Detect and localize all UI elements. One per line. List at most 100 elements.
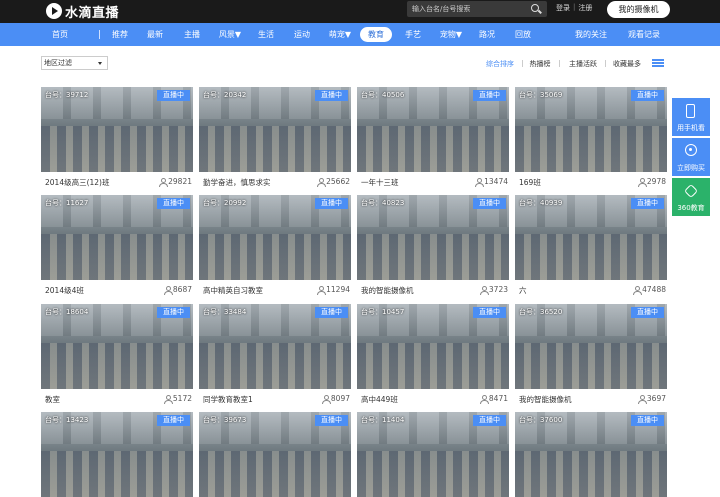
sort-favorites[interactable]: 收藏最多 — [613, 59, 641, 69]
nav-item-pets-cute[interactable]: 萌宠▼ — [329, 23, 351, 46]
viewer-count: 29821 — [159, 177, 192, 187]
live-badge: 直播中 — [473, 198, 506, 209]
viewer-count: 8471 — [479, 394, 508, 404]
sort-hot[interactable]: 热播榜 — [530, 59, 551, 69]
region-filter-select[interactable]: 地区过滤 — [41, 56, 108, 70]
person-icon — [637, 177, 647, 187]
viewer-count: 2978 — [637, 177, 666, 187]
stream-thumbnail[interactable]: 台号：39712 直播中 — [41, 87, 193, 172]
stream-thumbnail[interactable]: 台号：20992 直播中 — [199, 195, 351, 280]
nav-item-scenery[interactable]: 风景▼ — [219, 23, 241, 46]
live-badge: 直播中 — [315, 90, 348, 101]
stream-title[interactable]: 勤学奋进，慎思求实 — [203, 177, 271, 188]
list-view-icon[interactable] — [652, 59, 664, 67]
live-badge: 直播中 — [157, 90, 190, 101]
stream-title[interactable]: 169班 — [519, 177, 541, 188]
person-icon — [317, 177, 327, 187]
stream-thumbnail[interactable]: 台号：40823 直播中 — [357, 195, 509, 280]
live-badge: 直播中 — [631, 415, 664, 426]
viewer-count-value: 5172 — [172, 394, 192, 403]
nav-my-follow[interactable]: 我的关注 — [575, 23, 607, 46]
logo-drop-icon — [46, 3, 62, 19]
stream-thumbnail[interactable]: 台号：35069 直播中 — [515, 87, 667, 172]
stream-thumbnail[interactable]: 台号：33484 直播中 — [199, 304, 351, 389]
stream-title[interactable]: 一年十三班 — [361, 177, 399, 188]
nav-item-life[interactable]: 生活 — [258, 23, 274, 46]
live-badge: 直播中 — [473, 90, 506, 101]
nav-home[interactable]: 首页 — [52, 23, 68, 46]
stream-title[interactable]: 高中精英自习教室 — [203, 285, 263, 296]
viewer-count-value: 47488 — [642, 285, 666, 294]
stream-thumbnail[interactable]: 台号：37600 直播中 — [515, 412, 667, 497]
room-id: 台号：39712 — [45, 91, 89, 99]
buy-now-button[interactable]: 立即购买 — [672, 138, 710, 176]
watch-on-phone-button[interactable]: 用手机看 — [672, 98, 710, 136]
room-id: 台号：35069 — [519, 91, 563, 99]
room-id: 台号：36520 — [519, 308, 563, 316]
nav-item-sports[interactable]: 运动 — [294, 23, 310, 46]
phone-icon — [686, 104, 695, 118]
stream-title[interactable]: 我的智能摄像机 — [361, 285, 414, 296]
person-icon — [479, 394, 489, 404]
login-link[interactable]: 登录 — [556, 3, 570, 13]
nav-item-host[interactable]: 主播 — [184, 23, 200, 46]
nav-item-traffic[interactable]: 路况 — [479, 23, 495, 46]
stream-thumbnail[interactable]: 台号：10457 直播中 — [357, 304, 509, 389]
sort-divider — [605, 60, 606, 67]
edu-icon — [683, 183, 699, 199]
register-link[interactable]: 注册 — [578, 3, 592, 13]
edu-360-button[interactable]: 360教育 — [672, 178, 710, 216]
stream-thumbnail[interactable]: 台号：18604 直播中 — [41, 304, 193, 389]
nav-item-replay[interactable]: 回放 — [515, 23, 531, 46]
stream-title[interactable]: 高中449班 — [361, 394, 398, 405]
stream-thumbnail[interactable]: 台号：36520 直播中 — [515, 304, 667, 389]
stream-thumbnail[interactable]: 台号：20342 直播中 — [199, 87, 351, 172]
stream-title[interactable]: 教室 — [45, 394, 60, 405]
nav-item-recommend[interactable]: 推荐 — [112, 23, 128, 46]
sort-overall[interactable]: 综合排序 — [486, 59, 514, 69]
nav-item-crafts[interactable]: 手艺 — [405, 23, 421, 46]
viewer-count-value: 8471 — [488, 394, 508, 403]
stream-thumbnail[interactable]: 台号：40939 直播中 — [515, 195, 667, 280]
search-icon[interactable] — [531, 4, 539, 12]
viewer-count-value: 8097 — [330, 394, 350, 403]
nav-item-latest[interactable]: 最新 — [147, 23, 163, 46]
stream-thumbnail[interactable]: 台号：39673 直播中 — [199, 412, 351, 497]
auth-divider: | — [573, 3, 576, 11]
stream-title[interactable]: 2014级高三(12)班 — [45, 177, 109, 188]
stream-title[interactable]: 六 — [519, 285, 527, 296]
nav-item-education[interactable]: 教育 — [360, 27, 392, 42]
viewer-count: 8687 — [163, 285, 192, 295]
stream-thumbnail[interactable]: 台号：40506 直播中 — [357, 87, 509, 172]
stream-thumbnail[interactable]: 台号：11404 直播中 — [357, 412, 509, 497]
viewer-count-value: 8687 — [172, 285, 192, 294]
stream-title[interactable]: 我的智能摄像机 — [519, 394, 572, 405]
nav-item-pets[interactable]: 宠物▼ — [440, 23, 462, 46]
sort-active-host[interactable]: 主播活跃 — [569, 59, 597, 69]
live-badge: 直播中 — [473, 415, 506, 426]
stream-thumbnail[interactable]: 台号：13423 直播中 — [41, 412, 193, 497]
logo-text: 水滴直播 — [65, 5, 120, 21]
room-id: 台号：39673 — [203, 416, 247, 424]
person-icon — [475, 177, 485, 187]
viewer-count-value: 25662 — [326, 177, 350, 186]
logo[interactable]: 水滴直播 — [46, 1, 119, 21]
stream-thumbnail[interactable]: 台号：11627 直播中 — [41, 195, 193, 280]
viewer-count-value: 11294 — [326, 285, 350, 294]
search-box — [407, 1, 547, 17]
chevron-down-icon — [98, 62, 102, 65]
room-id: 台号：11627 — [45, 199, 89, 207]
nav-history[interactable]: 观看记录 — [628, 23, 660, 46]
buy-now-label: 立即购买 — [677, 164, 705, 172]
viewer-count: 5172 — [163, 394, 192, 404]
my-camera-button[interactable]: 我的摄像机 — [607, 1, 670, 18]
sort-divider — [522, 60, 523, 67]
room-id: 台号：20342 — [203, 91, 247, 99]
search-input[interactable] — [412, 2, 527, 16]
live-badge: 直播中 — [315, 198, 348, 209]
viewer-count: 25662 — [317, 177, 350, 187]
person-icon — [479, 285, 489, 295]
room-id: 台号：20992 — [203, 199, 247, 207]
stream-title[interactable]: 2014级4班 — [45, 285, 84, 296]
stream-title[interactable]: 同学教育教室1 — [203, 394, 253, 405]
